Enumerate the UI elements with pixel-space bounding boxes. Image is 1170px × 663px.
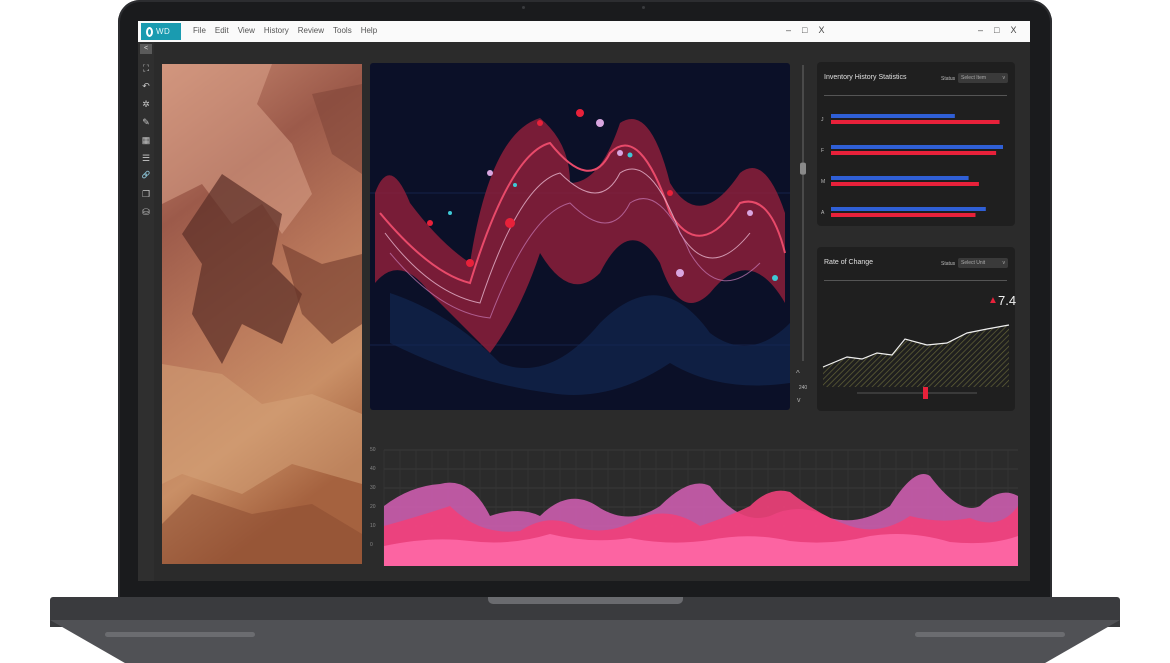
- inventory-bar-red: [831, 151, 997, 155]
- inventory-row-label: A: [821, 210, 825, 216]
- outer-window-controls: – □ X: [978, 25, 1016, 35]
- menu-history[interactable]: History: [264, 26, 289, 35]
- inventory-row-label: M: [821, 179, 825, 185]
- rate-select[interactable]: Select Unit v: [958, 258, 1008, 268]
- network-icon[interactable]: ✲: [141, 99, 151, 109]
- logo-icon: [146, 26, 153, 37]
- menu-review[interactable]: Review: [298, 26, 324, 35]
- inventory-title: Inventory History Statistics: [824, 74, 907, 81]
- tool-strip: < ⛶ ↶ ✲ ✎ ▦ ☰ 🔗 ❐ ⛁: [138, 42, 154, 581]
- inventory-filter-label: Status: [941, 76, 956, 82]
- zoom-slider[interactable]: ^ 240 v: [793, 63, 813, 413]
- y-tick: 40: [370, 466, 376, 472]
- app-logo[interactable]: WD: [141, 23, 181, 40]
- link-icon[interactable]: 🔗: [141, 171, 151, 181]
- camera-dot: [522, 6, 525, 9]
- trend-up-icon: ▲: [988, 295, 998, 306]
- inventory-row-label: J: [821, 117, 824, 123]
- chevron-down-icon: v: [1002, 260, 1006, 266]
- grid-icon[interactable]: ▦: [141, 135, 151, 145]
- rate-value: 7.4: [998, 293, 1017, 308]
- y-axis: 50 40 30 20 10 0: [370, 446, 382, 566]
- collapse-button[interactable]: <: [140, 44, 152, 54]
- list-icon[interactable]: ☰: [141, 153, 151, 163]
- rate-filter-label: Status: [941, 261, 956, 267]
- laptop-base-front: [50, 620, 1120, 663]
- maximize-button[interactable]: □: [802, 25, 807, 35]
- menu-help[interactable]: Help: [361, 26, 377, 35]
- right-foot: [915, 632, 1065, 637]
- slider-down-icon[interactable]: v: [797, 397, 801, 404]
- slider-value: 240: [798, 385, 808, 391]
- inventory-bar-blue: [831, 114, 955, 118]
- inventory-bar-blue: [831, 145, 1003, 149]
- y-tick: 10: [370, 523, 376, 529]
- sensor-dot: [642, 6, 645, 9]
- inventory-bar-red: [831, 182, 979, 186]
- expand-icon[interactable]: ⛶: [141, 63, 151, 73]
- screen: WD File Edit View History Review Tools H…: [138, 21, 1030, 581]
- close-button[interactable]: X: [818, 25, 824, 35]
- rate-line-chart: [822, 324, 1010, 399]
- inventory-bar-red: [831, 213, 976, 217]
- minimize-button[interactable]: –: [786, 25, 791, 35]
- title-bar: WD File Edit View History Review Tools H…: [138, 21, 1030, 42]
- rate-range-handle[interactable]: [923, 387, 928, 399]
- outer-close-button[interactable]: X: [1010, 25, 1016, 35]
- menu-edit[interactable]: Edit: [215, 26, 229, 35]
- rate-select-text: Select Unit: [961, 260, 986, 266]
- slider-up-icon[interactable]: ^: [796, 369, 800, 378]
- inventory-bar-blue: [831, 207, 986, 211]
- lid-notch: [488, 597, 683, 604]
- y-tick: 0: [370, 542, 373, 548]
- inventory-row-label: F: [821, 148, 824, 154]
- brush-icon[interactable]: ✎: [141, 117, 151, 127]
- database-icon[interactable]: ⛁: [141, 207, 151, 217]
- y-tick: 20: [370, 504, 376, 510]
- chevron-down-icon: v: [1002, 75, 1006, 81]
- inner-window-controls: – □ X: [786, 25, 824, 35]
- inventory-history-card: Inventory History Statistics Status Sele…: [817, 62, 1015, 226]
- rate-of-change-card: Rate of Change Status Select Unit v ▲ 7.…: [817, 247, 1017, 411]
- menu-file[interactable]: File: [193, 26, 206, 35]
- inventory-bar-red: [831, 120, 1000, 124]
- rate-title: Rate of Change: [824, 259, 874, 266]
- menu-tools[interactable]: Tools: [333, 26, 352, 35]
- 3d-wave-visualization[interactable]: [370, 63, 790, 410]
- menu-view[interactable]: View: [238, 26, 255, 35]
- y-tick: 50: [370, 447, 376, 453]
- outer-minimize-button[interactable]: –: [978, 25, 983, 35]
- copy-icon[interactable]: ❐: [141, 189, 151, 199]
- area-timeline-chart: 50 40 30 20 10 0: [370, 446, 1020, 566]
- left-foot: [105, 632, 255, 637]
- menu-bar: File Edit View History Review Tools Help: [193, 26, 377, 35]
- outer-maximize-button[interactable]: □: [994, 25, 999, 35]
- inventory-select[interactable]: Select Item v: [958, 73, 1008, 83]
- undo-icon[interactable]: ↶: [141, 81, 151, 91]
- inventory-bar-blue: [831, 176, 969, 180]
- terrain-image: [162, 64, 362, 564]
- inventory-select-text: Select Item: [961, 75, 987, 81]
- inventory-bar-chart: J F M A: [821, 114, 1003, 217]
- y-tick: 30: [370, 485, 376, 491]
- logo-text: WD: [156, 27, 171, 36]
